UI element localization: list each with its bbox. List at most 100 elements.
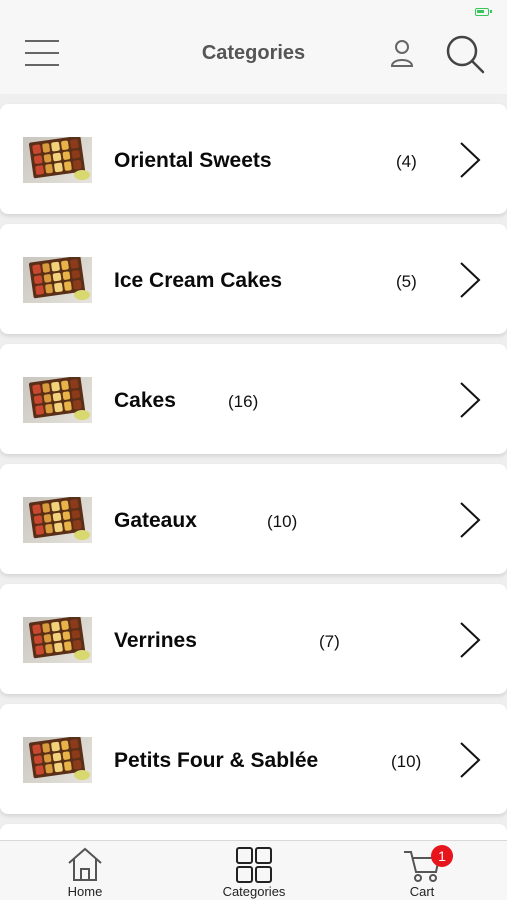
category-thumbnail [23, 377, 92, 423]
pastry-piece [60, 620, 70, 630]
pastry-piece [63, 521, 73, 532]
category-row[interactable]: Verrines (7) [0, 584, 507, 694]
pastry-piece [60, 740, 70, 750]
pastry-piece [41, 742, 51, 753]
tab-categories[interactable]: Categories [199, 841, 309, 900]
pastry-piece [33, 394, 43, 405]
user-button[interactable] [388, 37, 416, 69]
pastry-piece [54, 642, 63, 653]
pastry-piece [44, 404, 54, 414]
pastry-piece [33, 754, 43, 765]
pastry-piece [35, 405, 44, 416]
pastry-piece [73, 520, 82, 530]
chevron-right-icon [460, 142, 481, 178]
pastry-piece [43, 153, 52, 164]
tab-cart[interactable]: 1 Cart [367, 841, 477, 900]
pastry-piece [35, 525, 44, 536]
pastry-piece [52, 152, 62, 162]
pastry-piece [35, 285, 44, 296]
chevron-right-icon [460, 502, 481, 538]
pastry-piece [44, 644, 54, 654]
pastry-piece [71, 749, 81, 760]
pastry-piece [54, 162, 63, 173]
pastry-piece [71, 629, 81, 640]
pastry-piece [32, 144, 41, 154]
cart-badge: 1 [431, 845, 453, 867]
pastry-piece [51, 381, 60, 392]
pastry-piece [73, 280, 82, 290]
pastry-piece [54, 282, 63, 293]
category-row[interactable]: Gateaux (10) [0, 464, 507, 574]
pastry-piece [41, 502, 51, 513]
pastry-piece [54, 762, 63, 773]
pastry-piece [43, 273, 52, 284]
pastry-piece [70, 738, 79, 749]
pastry-piece [51, 501, 60, 512]
chevron-right-icon [460, 262, 481, 298]
pastry-piece [44, 284, 54, 294]
pastry-piece [63, 641, 73, 652]
category-row[interactable]: Ice Cream Cakes (5) [0, 224, 507, 334]
pastry-piece [73, 400, 82, 410]
pastry-piece [41, 622, 51, 633]
category-name: Petits Four & Sablée [114, 749, 319, 772]
pastry-piece [62, 150, 71, 161]
pastry-piece [62, 270, 71, 281]
pastry-piece [33, 154, 43, 165]
pastry-piece [41, 262, 51, 273]
pastry-piece [51, 621, 60, 632]
pastry-piece [71, 509, 81, 520]
tab-cart-label: Cart [409, 884, 435, 899]
pastry-piece [70, 138, 79, 149]
category-count: (10) [267, 512, 298, 531]
pastry-piece [43, 633, 52, 644]
pastry-piece [54, 402, 63, 413]
pastry-piece [33, 274, 43, 285]
pastry-piece [71, 149, 81, 160]
category-name: Oriental Sweets [114, 149, 272, 172]
search-button[interactable] [444, 33, 486, 75]
pastry-piece [63, 281, 73, 292]
pastry-piece [52, 392, 62, 402]
battery-icon [475, 8, 492, 16]
pastry-piece [32, 384, 41, 394]
pastry-piece [62, 390, 71, 401]
pastry-piece [71, 389, 81, 400]
pastry-piece [60, 500, 70, 510]
pastry-piece [41, 382, 51, 393]
pastry-piece [73, 160, 82, 170]
search-icon [446, 35, 485, 74]
category-row[interactable]: Oriental Sweets (4) [0, 104, 507, 214]
category-count: (7) [319, 632, 340, 651]
pastry-piece [33, 634, 43, 645]
pastry-piece [62, 510, 71, 521]
chevron-right-icon [460, 622, 481, 658]
pastry-piece [35, 645, 44, 656]
pastry-piece [32, 744, 41, 754]
pastry-piece [51, 141, 60, 152]
category-name: Ice Cream Cakes [114, 269, 283, 292]
category-name: Cakes [114, 389, 176, 412]
category-count: (5) [396, 272, 417, 291]
pastry-piece [54, 522, 63, 533]
tab-home[interactable]: Home [30, 841, 140, 900]
category-name: Verrines [114, 629, 197, 652]
category-row[interactable]: Cakes (16) [0, 344, 507, 454]
pastry-piece [62, 750, 71, 761]
category-count: (16) [228, 392, 259, 411]
pastry-piece [44, 524, 54, 534]
bottom-nav: Home Categories 1 Cart [0, 840, 507, 900]
category-row[interactable]: Petits Four & Sablée (10) [0, 704, 507, 814]
pastry-piece [32, 264, 41, 274]
chevron-right-icon [460, 742, 481, 778]
pastry-piece [60, 260, 70, 270]
pastry-piece [60, 140, 70, 150]
pastry-piece [52, 632, 62, 642]
page-title: Categories [201, 42, 306, 64]
tab-categories-label: Categories [222, 884, 286, 899]
pastry-piece [70, 258, 79, 269]
category-count: (10) [391, 752, 422, 771]
chevron-right-icon [460, 382, 481, 418]
pastry-piece [35, 765, 44, 776]
tab-home-label: Home [67, 884, 103, 899]
